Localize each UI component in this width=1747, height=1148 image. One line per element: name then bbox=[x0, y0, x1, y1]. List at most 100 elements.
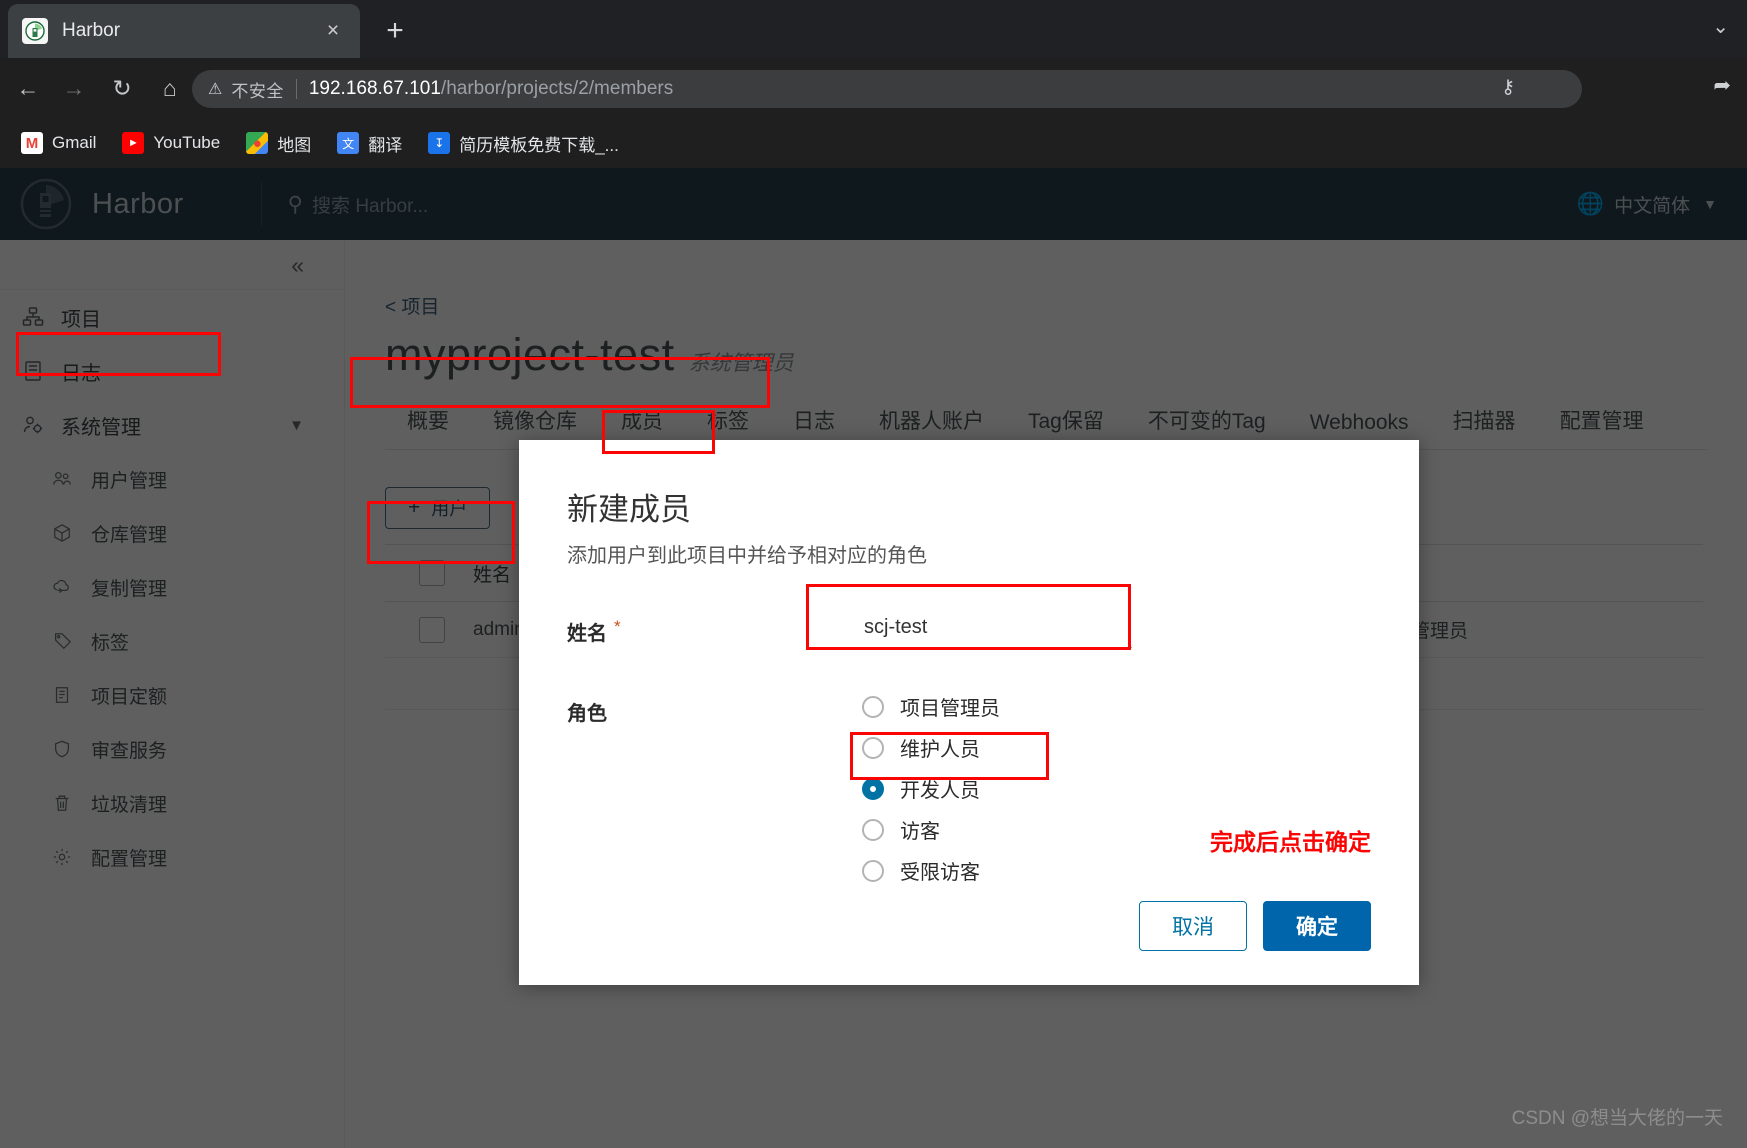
sidebar-item-system-admin[interactable]: 系统管理 ▼ bbox=[0, 398, 344, 452]
share-icon[interactable]: ➦ bbox=[1713, 73, 1731, 98]
radio-limited-guest[interactable]: 受限访客 bbox=[862, 856, 1000, 885]
sidebar-item-label: 仓库管理 bbox=[91, 524, 168, 546]
radio-developer[interactable]: 开发人员 bbox=[862, 774, 1000, 803]
sidebar-item-registries[interactable]: 仓库管理 bbox=[0, 506, 344, 560]
header-divider bbox=[260, 182, 262, 226]
radio-maintainer[interactable]: 维护人员 bbox=[862, 733, 1000, 762]
tab-configuration[interactable]: 配置管理 bbox=[1538, 397, 1666, 449]
radio-label: 开发人员 bbox=[900, 780, 980, 802]
replication-icon bbox=[52, 577, 82, 597]
projects-icon bbox=[22, 306, 52, 328]
sidebar-item-label: 标签 bbox=[91, 632, 130, 654]
sidebar-item-label: 项目 bbox=[61, 308, 101, 331]
url-host: 192.168.67.101 bbox=[308, 78, 441, 99]
sidebar-item-label: 配置管理 bbox=[91, 848, 168, 870]
row-checkbox[interactable] bbox=[419, 616, 445, 643]
browser-chrome: Harbor × + ⌄ ← → ↻ ⌂ ⚠ 不安全 192.168.67.10… bbox=[0, 0, 1747, 168]
screenshot-root: Harbor × + ⌄ ← → ↻ ⌂ ⚠ 不安全 192.168.67.10… bbox=[0, 0, 1747, 1148]
sidebar-item-logs[interactable]: 日志 bbox=[0, 344, 344, 398]
radio-dot-icon bbox=[862, 859, 884, 882]
name-input[interactable] bbox=[862, 612, 1132, 648]
close-icon[interactable]: × bbox=[320, 19, 346, 43]
sidebar-collapse-row: « bbox=[0, 240, 344, 290]
watermark: CSDN @想当大佬的一天 bbox=[1511, 1108, 1723, 1129]
browser-tab-harbor[interactable]: Harbor × bbox=[8, 4, 360, 58]
reload-button[interactable]: ↻ bbox=[100, 66, 144, 110]
radio-label: 访客 bbox=[900, 821, 940, 843]
add-user-button[interactable]: + 用户 bbox=[385, 487, 491, 529]
security-label: 不安全 bbox=[231, 81, 284, 101]
radio-dot-icon bbox=[862, 695, 884, 718]
bookmark-maps[interactable]: ● 地图 bbox=[235, 127, 322, 160]
language-selector[interactable]: 🌐 中文简体 ▼ bbox=[1577, 191, 1717, 218]
harbor-logo-icon bbox=[19, 177, 73, 231]
radio-dot-selected-icon bbox=[862, 777, 884, 800]
confirm-button[interactable]: 确定 bbox=[1263, 901, 1371, 951]
search-icon: ⚲ bbox=[287, 192, 304, 216]
address-bar[interactable]: ⚠ 不安全 192.168.67.101 /harbor/projects/2/… bbox=[192, 70, 1582, 108]
add-user-label: 用户 bbox=[431, 499, 468, 519]
select-all-checkbox[interactable] bbox=[419, 560, 445, 586]
download-icon: ↧ bbox=[428, 132, 451, 154]
sidebar-item-projects[interactable]: 项目 bbox=[0, 290, 344, 344]
modal-actions: 取消 确定 bbox=[1139, 901, 1371, 951]
bookmark-youtube[interactable]: ► YouTube bbox=[111, 128, 231, 158]
modal-body: 新建成员 添加用户到此项目中并给予相对应的角色 姓名 * 角色 项目管理员 bbox=[519, 440, 1419, 885]
bookmark-gmail[interactable]: M Gmail bbox=[10, 128, 107, 158]
breadcrumb[interactable]: < 项目 bbox=[385, 292, 1707, 319]
column-header-role: 角色 bbox=[1373, 560, 1703, 587]
translate-icon: 文 bbox=[337, 132, 360, 154]
modal-subtitle: 添加用户到此项目中并给予相对应的角色 bbox=[567, 545, 927, 567]
sidebar-item-configuration[interactable]: 配置管理 bbox=[0, 830, 344, 884]
collapse-icon[interactable]: « bbox=[291, 252, 304, 279]
globe-icon: 🌐 bbox=[1576, 191, 1605, 216]
new-tab-button[interactable]: + bbox=[375, 12, 415, 52]
label-icon bbox=[52, 631, 82, 651]
forward-button[interactable]: → bbox=[52, 66, 96, 110]
sidebar-item-label: 系统管理 bbox=[61, 416, 141, 439]
search-placeholder-label: 搜索 Harbor... bbox=[312, 195, 429, 217]
chevron-down-icon[interactable]: ⌄ bbox=[1712, 14, 1729, 39]
form-row-name: 姓名 * bbox=[567, 612, 1371, 648]
gear-icon bbox=[52, 847, 82, 867]
trash-icon bbox=[52, 793, 82, 813]
chevron-down-icon: ▼ bbox=[1703, 196, 1717, 212]
sidebar-item-label: 复制管理 bbox=[91, 578, 168, 600]
harbor-search[interactable]: ⚲ 搜索 Harbor... bbox=[288, 191, 429, 218]
chevron-down-icon: ▼ bbox=[289, 416, 304, 434]
radio-guest[interactable]: 访客 bbox=[862, 815, 1000, 844]
radio-dot-icon bbox=[862, 818, 884, 841]
radio-project-admin[interactable]: 项目管理员 bbox=[862, 692, 1000, 721]
sidebar-item-users[interactable]: 用户管理 bbox=[0, 452, 344, 506]
project-role-label: 系统管理员 bbox=[688, 352, 794, 375]
quota-icon bbox=[52, 685, 82, 705]
tab-scanner[interactable]: 扫描器 bbox=[1431, 397, 1538, 449]
cancel-button[interactable]: 取消 bbox=[1139, 901, 1247, 951]
sidebar-item-garbage-collection[interactable]: 垃圾清理 bbox=[0, 776, 344, 830]
password-key-icon[interactable]: ⚷ bbox=[1501, 76, 1515, 99]
sidebar-item-labels[interactable]: 标签 bbox=[0, 614, 344, 668]
youtube-icon: ► bbox=[122, 132, 145, 154]
back-button[interactable]: ← bbox=[6, 66, 50, 110]
bookmark-label: 简历模板免费下载_... bbox=[459, 135, 619, 155]
radio-label: 受限访客 bbox=[900, 862, 980, 884]
sidebar-item-interrogation-services[interactable]: 审查服务 bbox=[0, 722, 344, 776]
sidebar: « 项目 日志 系统管理 ▼ 用户管理 仓库管理 复制管理 标签 项目定额 审查… bbox=[0, 240, 345, 1148]
browser-tabstrip: Harbor × + ⌄ bbox=[0, 0, 1747, 58]
bookmark-translate[interactable]: 文 翻译 bbox=[326, 127, 413, 160]
role-radio-group: 项目管理员 维护人员 开发人员 访客 受限访客 bbox=[862, 692, 1000, 885]
bookmark-resume-template[interactable]: ↧ 简历模板免费下载_... bbox=[417, 127, 630, 160]
required-marker: * bbox=[614, 617, 621, 636]
sidebar-item-label: 用户管理 bbox=[91, 470, 168, 492]
language-label: 中文简体 bbox=[1614, 195, 1691, 217]
home-button[interactable]: ⌂ bbox=[148, 66, 192, 110]
users-icon bbox=[52, 469, 82, 489]
role-field-label: 角色 bbox=[567, 703, 607, 725]
page-title: myproject-test bbox=[385, 329, 675, 380]
bookmark-label: Gmail bbox=[52, 133, 97, 152]
tab-summary[interactable]: 概要 bbox=[385, 397, 471, 449]
sidebar-item-replications[interactable]: 复制管理 bbox=[0, 560, 344, 614]
plus-icon: + bbox=[408, 496, 421, 519]
name-field-label: 姓名 * bbox=[567, 612, 862, 646]
sidebar-item-project-quotas[interactable]: 项目定额 bbox=[0, 668, 344, 722]
